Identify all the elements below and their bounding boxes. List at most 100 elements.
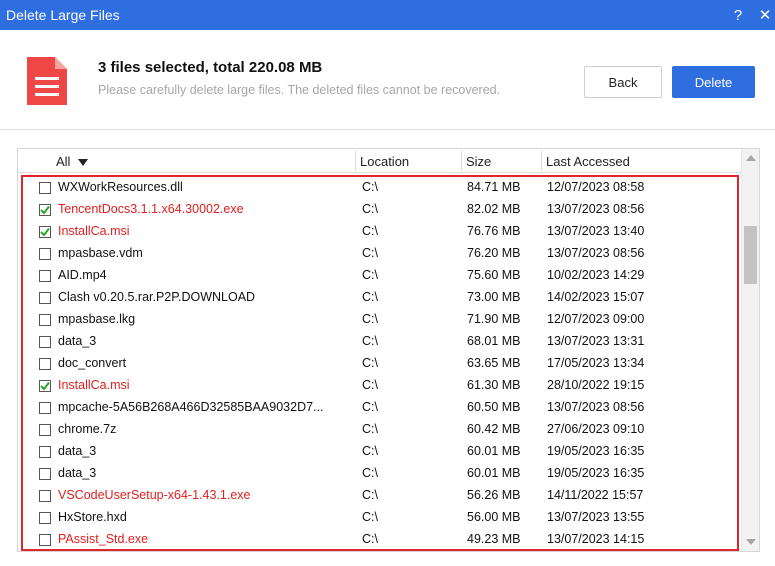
column-separator[interactable]	[541, 151, 542, 171]
row-checkbox[interactable]	[39, 446, 51, 458]
row-checkbox[interactable]	[39, 512, 51, 524]
file-name: doc_convert	[58, 356, 127, 370]
file-list: WXWorkResources.dll C:\ 84.71 MB 12/07/2023…	[21, 175, 739, 551]
file-name: Clash v0.20.5.rar.P2P.DOWNLOAD	[58, 290, 256, 304]
checkmark-icon	[40, 205, 50, 215]
file-location: C:\	[362, 334, 378, 348]
table-row[interactable]: data_3 C:\ 60.01 MB 19/05/2023 16:35	[23, 441, 737, 463]
file-name: TencentDocs3.1.1.x64.30002.exe	[58, 202, 244, 216]
row-checkbox[interactable]	[39, 314, 51, 326]
row-checkbox[interactable]	[39, 402, 51, 414]
table-row[interactable]: WXWorkResources.dll C:\ 84.71 MB 12/07/2023…	[23, 177, 737, 199]
column-size[interactable]: Size	[466, 154, 491, 169]
row-checkbox[interactable]	[39, 468, 51, 480]
row-checkbox[interactable]	[39, 534, 51, 546]
last-accessed: 17/05/2023 13:34	[547, 356, 645, 370]
file-location: C:\	[362, 488, 378, 502]
row-checkbox[interactable]	[39, 248, 51, 260]
last-accessed: 19/05/2023 16:35	[547, 466, 645, 480]
file-location: C:\	[362, 246, 378, 260]
file-location: C:\	[362, 422, 378, 436]
column-all[interactable]: All	[56, 154, 89, 169]
file-name: AID.mp4	[58, 268, 107, 282]
file-name: PAssist_Std.exe	[58, 532, 149, 546]
table-row[interactable]: mpcache-5A56B268A466D32585BAA9032D7... C:…	[23, 397, 737, 419]
scroll-up-icon[interactable]	[746, 155, 756, 161]
table-row[interactable]: mpasbase.lkg C:\ 71.90 MB 12/07/2023 09:00	[23, 309, 737, 331]
last-accessed: 12/07/2023 08:58	[547, 180, 645, 194]
file-name: InstallCa.msi	[58, 224, 130, 238]
row-checkbox[interactable]	[39, 424, 51, 436]
vertical-scrollbar[interactable]	[741, 149, 759, 551]
row-checkbox[interactable]	[39, 490, 51, 502]
last-accessed: 13/07/2023 14:15	[547, 532, 645, 546]
table-row[interactable]: InstallCa.msi C:\ 76.76 MB 13/07/2023 13:40	[23, 221, 737, 243]
column-location[interactable]: Location	[360, 154, 409, 169]
row-checkbox[interactable]	[39, 292, 51, 304]
window-title: Delete Large Files	[6, 7, 120, 23]
file-name: data_3	[58, 334, 97, 348]
file-size: 60.01 MB	[467, 466, 521, 480]
close-button[interactable]: ✕	[750, 0, 775, 30]
table-row[interactable]: Clash v0.20.5.rar.P2P.DOWNLOAD C:\ 73.00 M…	[23, 287, 737, 309]
row-checkbox[interactable]	[39, 380, 51, 392]
help-button[interactable]: ?	[723, 0, 753, 30]
table-row[interactable]: chrome.7z C:\ 60.42 MB 27/06/2023 09:10	[23, 419, 737, 441]
row-checkbox[interactable]	[39, 182, 51, 194]
selection-summary: 3 files selected, total 220.08 MB	[98, 59, 323, 76]
file-size: 82.02 MB	[467, 202, 521, 216]
file-location: C:\	[362, 532, 378, 546]
row-checkbox[interactable]	[39, 270, 51, 282]
delete-button[interactable]: Delete	[672, 66, 755, 98]
last-accessed: 13/07/2023 08:56	[547, 400, 645, 414]
file-size: 63.65 MB	[467, 356, 521, 370]
table-row[interactable]: HxStore.hxd C:\ 56.00 MB 13/07/2023 13:55	[23, 507, 737, 529]
table-row[interactable]: PAssist_Std.exe C:\ 49.23 MB 13/07/2023 14:…	[23, 529, 737, 551]
last-accessed: 13/07/2023 08:56	[547, 246, 645, 260]
file-location: C:\	[362, 312, 378, 326]
file-size: 84.71 MB	[467, 180, 521, 194]
file-name: InstallCa.msi	[58, 378, 130, 392]
table-row[interactable]: AID.mp4 C:\ 75.60 MB 10/02/2023 14:29	[23, 265, 737, 287]
file-location: C:\	[362, 268, 378, 282]
file-name: data_3	[58, 444, 97, 458]
column-all-label: All	[56, 154, 71, 169]
file-name: chrome.7z	[58, 422, 117, 436]
file-name: mpasbase.vdm	[58, 246, 143, 260]
row-checkbox[interactable]	[39, 226, 51, 238]
table-row[interactable]: doc_convert C:\ 63.65 MB 17/05/2023 13:34	[23, 353, 737, 375]
row-checkbox[interactable]	[39, 358, 51, 370]
table-row[interactable]: mpasbase.vdm C:\ 76.20 MB 13/07/2023 08:56	[23, 243, 737, 265]
table-row[interactable]: TencentDocs3.1.1.x64.30002.exe C:\ 82.02 M…	[23, 199, 737, 221]
row-checkbox[interactable]	[39, 336, 51, 348]
file-name: VSCodeUserSetup-x64-1.43.1.exe	[58, 488, 251, 502]
file-location: C:\	[362, 224, 378, 238]
file-size: 60.01 MB	[467, 444, 521, 458]
table-row[interactable]: InstallCa.msi C:\ 61.30 MB 28/10/2022 19:15	[23, 375, 737, 397]
back-button[interactable]: Back	[584, 66, 662, 98]
scroll-down-icon[interactable]	[746, 539, 756, 545]
table-row[interactable]: data_3 C:\ 68.01 MB 13/07/2023 13:31	[23, 331, 737, 353]
checkmark-icon	[40, 227, 50, 237]
table-row[interactable]: VSCodeUserSetup-x64-1.43.1.exe C:\ 56.26 M…	[23, 485, 737, 507]
file-location: C:\	[362, 356, 378, 370]
file-size: 60.50 MB	[467, 400, 521, 414]
column-last-accessed[interactable]: Last Accessed	[546, 154, 630, 169]
column-separator[interactable]	[461, 151, 462, 171]
row-checkbox[interactable]	[39, 204, 51, 216]
file-location: C:\	[362, 290, 378, 304]
file-location: C:\	[362, 510, 378, 524]
file-location: C:\	[362, 466, 378, 480]
last-accessed: 10/02/2023 14:29	[547, 268, 645, 282]
warning-text: Please carefully delete large files. The…	[98, 83, 501, 97]
header-panel: 3 files selected, total 220.08 MB Please…	[0, 30, 775, 130]
last-accessed: 14/02/2023 15:07	[547, 290, 645, 304]
last-accessed: 28/10/2022 19:15	[547, 378, 645, 392]
table-row[interactable]: data_3 C:\ 60.01 MB 19/05/2023 16:35	[23, 463, 737, 485]
file-location: C:\	[362, 444, 378, 458]
file-location: C:\	[362, 180, 378, 194]
column-separator[interactable]	[355, 151, 356, 171]
file-size: 49.23 MB	[467, 532, 521, 546]
scrollbar-thumb[interactable]	[744, 226, 757, 284]
caret-down-icon[interactable]	[78, 158, 89, 166]
